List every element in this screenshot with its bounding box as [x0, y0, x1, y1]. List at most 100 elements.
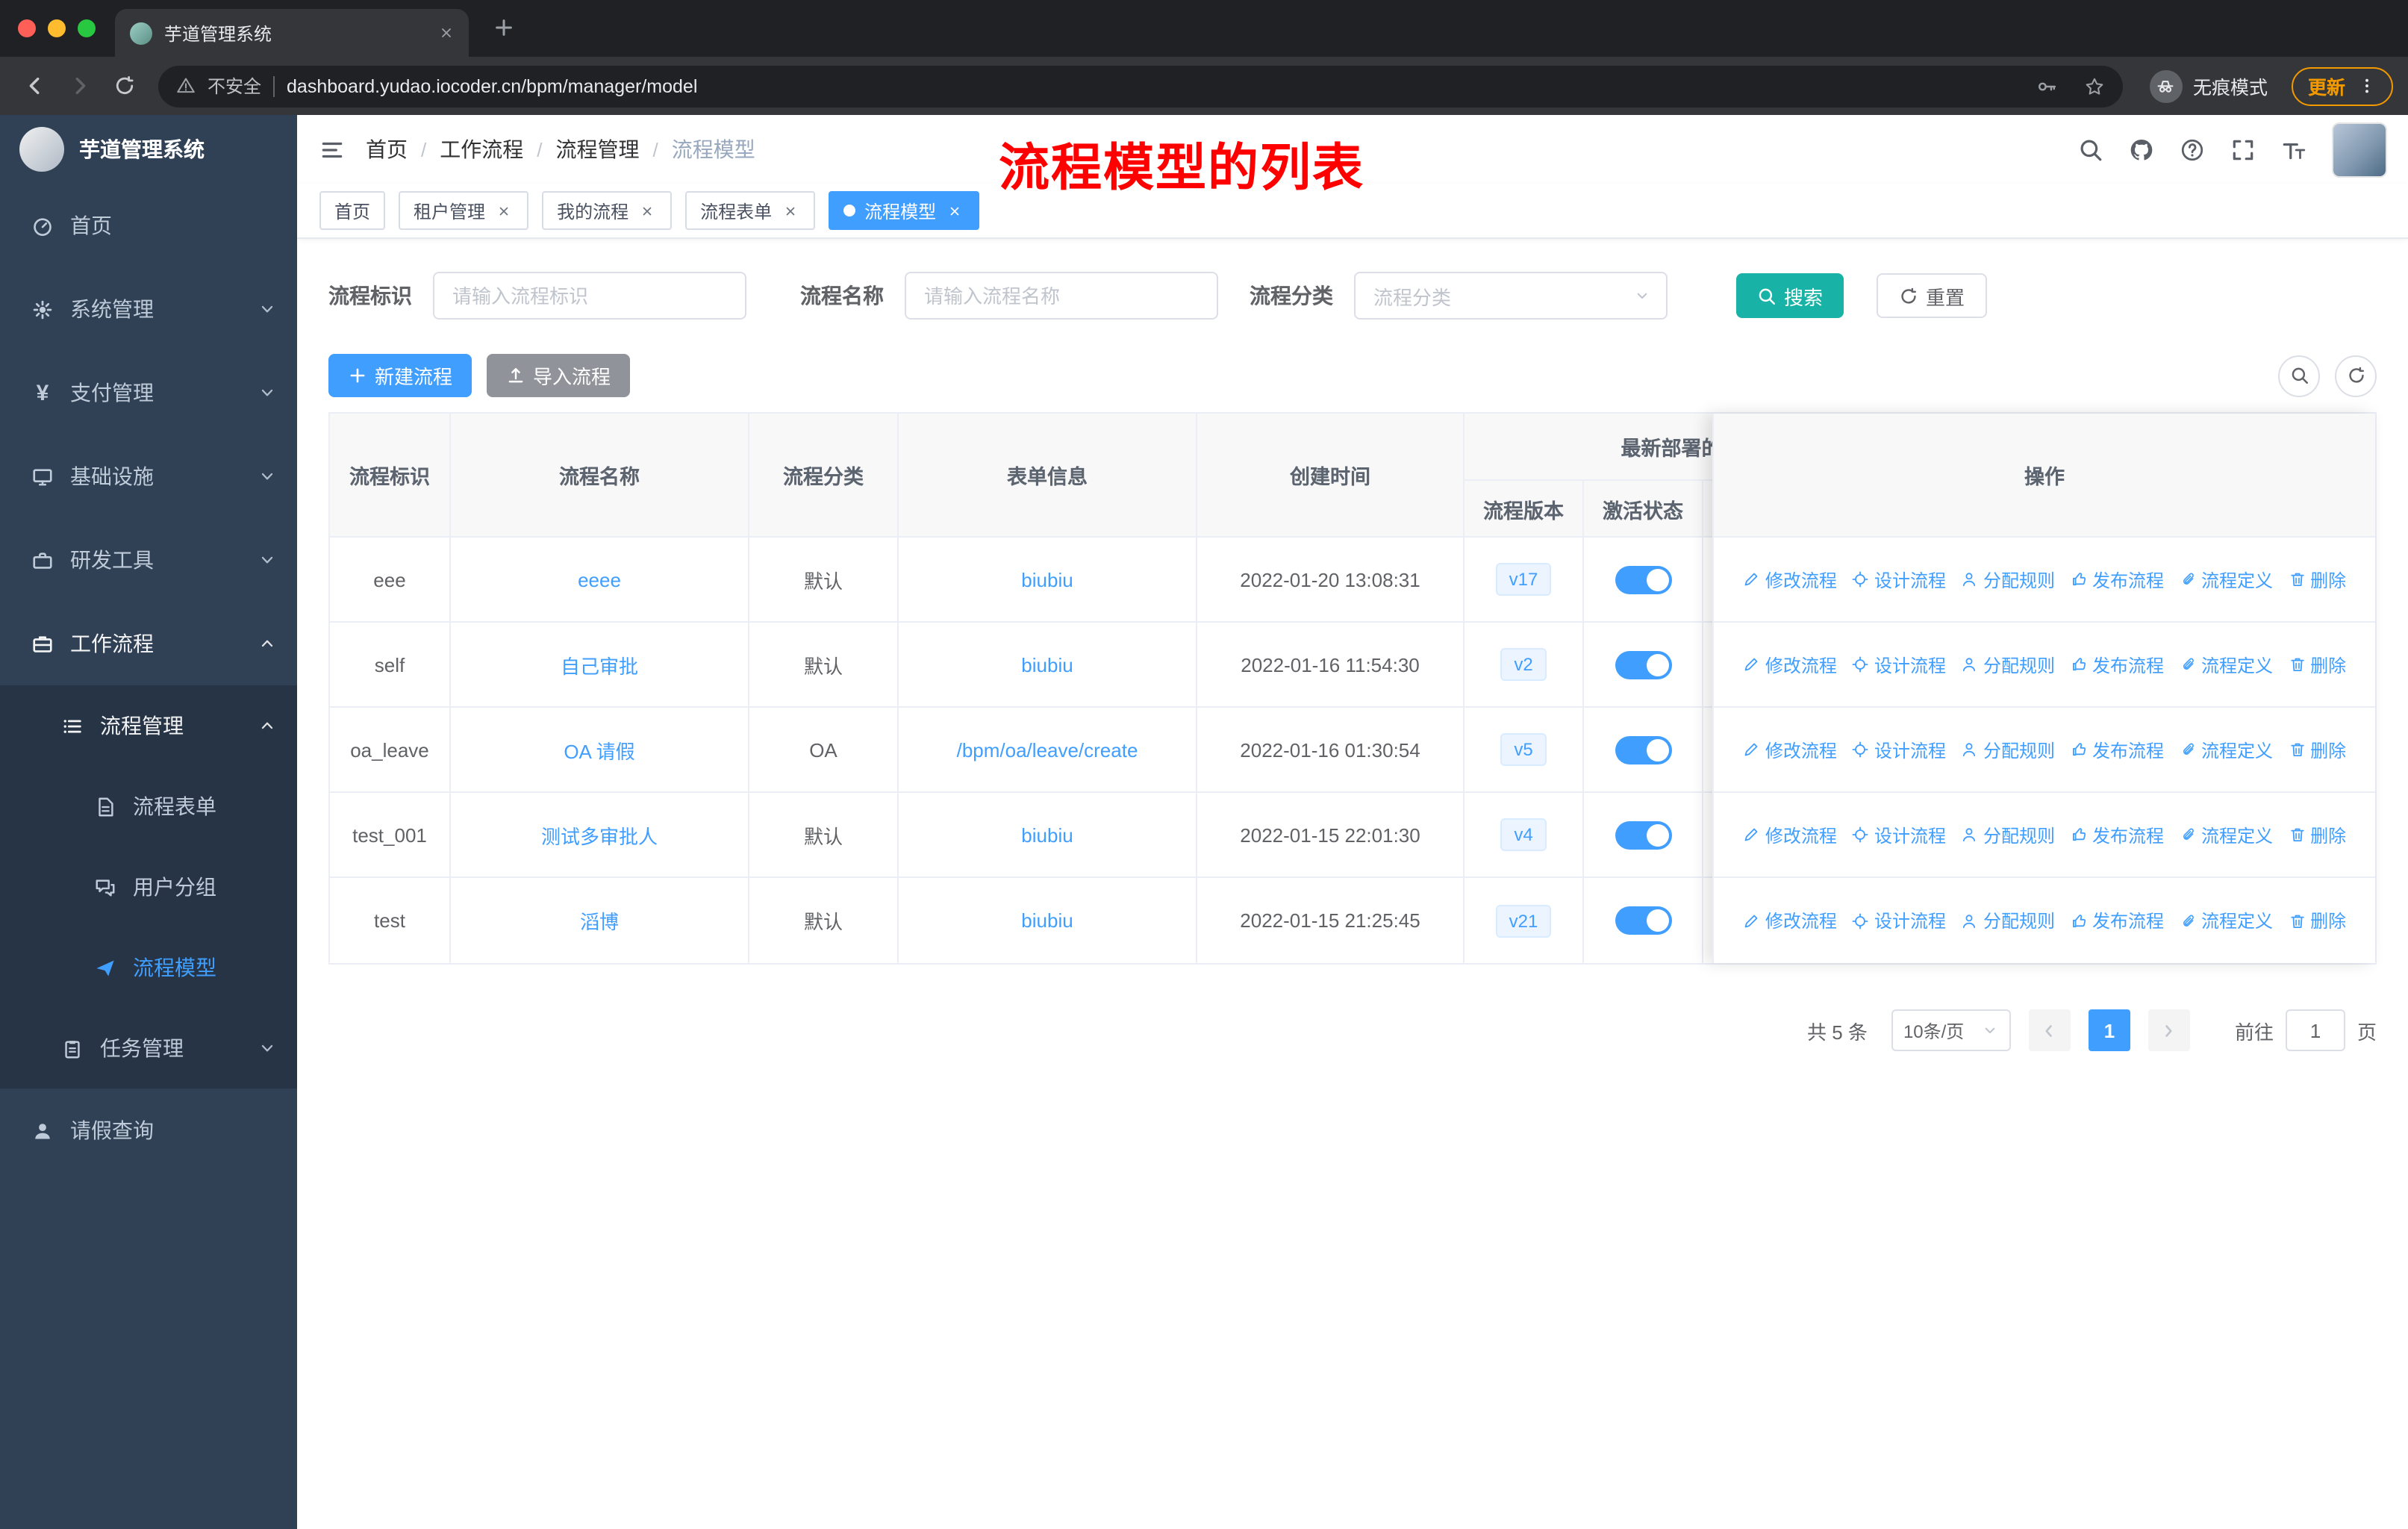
help-icon[interactable] [2180, 137, 2205, 162]
password-key-icon[interactable] [2036, 75, 2057, 96]
form-info-link[interactable]: biubiu [1021, 823, 1073, 846]
process-name-input[interactable] [905, 272, 1218, 320]
process-name-link[interactable]: 测试多审批人 [541, 825, 658, 847]
tag-view-1[interactable]: 租户管理 [399, 191, 529, 230]
process-name-link[interactable]: 滔博 [580, 911, 619, 933]
assign-rule-action-link[interactable]: 分配规则 [1961, 822, 2055, 847]
form-info-link[interactable]: /bpm/oa/leave/create [957, 738, 1138, 761]
assign-rule-action-link[interactable]: 分配规则 [1961, 908, 2055, 933]
search-icon[interactable] [2078, 137, 2103, 162]
minimize-window-button[interactable] [48, 19, 66, 37]
design-action-link[interactable]: 设计流程 [1852, 822, 1946, 847]
sidebar-item-workflow[interactable]: 工作流程 [0, 602, 297, 685]
new-tab-button[interactable] [493, 16, 515, 39]
sidebar-item-process-form[interactable]: 流程表单 [0, 766, 297, 847]
modify-action-link[interactable]: 修改流程 [1743, 908, 1837, 933]
delete-action-link[interactable]: 删除 [2288, 652, 2346, 677]
close-icon[interactable] [781, 201, 800, 220]
security-label[interactable]: 不安全 [208, 73, 261, 99]
close-icon[interactable] [494, 201, 514, 220]
definition-action-link[interactable]: 流程定义 [2179, 908, 2273, 933]
prev-page-button[interactable] [2028, 1009, 2071, 1051]
category-select[interactable]: 流程分类 [1354, 272, 1668, 320]
github-icon[interactable] [2129, 137, 2154, 162]
forward-button[interactable] [60, 75, 99, 97]
table-refresh-button[interactable] [2335, 355, 2377, 396]
delete-action-link[interactable]: 删除 [2288, 908, 2346, 933]
breadcrumb-item[interactable]: 工作流程 [440, 134, 523, 164]
sidebar-item-infrastructure[interactable]: 基础设施 [0, 435, 297, 518]
design-action-link[interactable]: 设计流程 [1852, 908, 1946, 933]
publish-action-link[interactable]: 发布流程 [2070, 737, 2164, 762]
page-size-select[interactable]: 10条/页 [1891, 1009, 2011, 1051]
assign-rule-action-link[interactable]: 分配规则 [1961, 737, 2055, 762]
definition-action-link[interactable]: 流程定义 [2179, 567, 2273, 592]
close-window-button[interactable] [18, 19, 36, 37]
sidebar-item-leave-query[interactable]: 请假查询 [0, 1089, 297, 1172]
sidebar-item-process-model[interactable]: 流程模型 [0, 927, 297, 1008]
process-name-link[interactable]: OA 请假 [564, 740, 634, 762]
goto-page-input[interactable] [2285, 1009, 2345, 1051]
sidebar-item-payment[interactable]: ¥ 支付管理 [0, 351, 297, 435]
sidebar-item-home[interactable]: 首页 [0, 184, 297, 267]
back-button[interactable] [15, 75, 54, 97]
tag-view-4[interactable]: 流程模型 [829, 191, 980, 230]
active-toggle[interactable] [1615, 650, 1671, 679]
modify-action-link[interactable]: 修改流程 [1743, 737, 1837, 762]
breadcrumb-item[interactable]: 首页 [366, 134, 408, 164]
next-page-button[interactable] [2147, 1009, 2190, 1051]
definition-action-link[interactable]: 流程定义 [2179, 652, 2273, 677]
delete-action-link[interactable]: 删除 [2288, 737, 2346, 762]
address-bar[interactable]: 不安全 dashboard.yudao.iocoder.cn/bpm/manag… [158, 65, 2123, 107]
import-process-button[interactable]: 导入流程 [487, 354, 631, 397]
active-toggle[interactable] [1615, 820, 1671, 849]
design-action-link[interactable]: 设计流程 [1852, 737, 1946, 762]
publish-action-link[interactable]: 发布流程 [2070, 567, 2164, 592]
tag-view-2[interactable]: 我的流程 [542, 191, 673, 230]
modify-action-link[interactable]: 修改流程 [1743, 822, 1837, 847]
form-info-link[interactable]: biubiu [1021, 909, 1073, 932]
definition-action-link[interactable]: 流程定义 [2179, 822, 2273, 847]
design-action-link[interactable]: 设计流程 [1852, 652, 1946, 677]
reload-button[interactable] [105, 75, 143, 97]
browser-tab[interactable]: 芋道管理系统 [115, 9, 469, 57]
publish-action-link[interactable]: 发布流程 [2070, 908, 2164, 933]
assign-rule-action-link[interactable]: 分配规则 [1961, 652, 2055, 677]
font-size-icon[interactable] [2281, 137, 2306, 162]
tag-view-3[interactable]: 流程表单 [685, 191, 816, 230]
assign-rule-action-link[interactable]: 分配规则 [1961, 567, 2055, 592]
create-process-button[interactable]: 新建流程 [328, 354, 472, 397]
publish-action-link[interactable]: 发布流程 [2070, 652, 2164, 677]
search-button[interactable]: 搜索 [1736, 273, 1844, 318]
publish-action-link[interactable]: 发布流程 [2070, 822, 2164, 847]
zoom-window-button[interactable] [78, 19, 96, 37]
tab-close-icon[interactable] [439, 25, 454, 40]
delete-action-link[interactable]: 删除 [2288, 822, 2346, 847]
url-text[interactable]: dashboard.yudao.iocoder.cn/bpm/manager/m… [287, 75, 2009, 96]
sidebar-item-process-management[interactable]: 流程管理 [0, 685, 297, 766]
sidebar-item-task-management[interactable]: 任务管理 [0, 1008, 297, 1089]
fullscreen-icon[interactable] [2230, 137, 2256, 162]
sidebar-item-user-group[interactable]: 用户分组 [0, 847, 297, 927]
process-name-link[interactable]: 自己审批 [561, 655, 638, 677]
browser-menu-icon[interactable] [2357, 76, 2377, 96]
breadcrumb-item[interactable]: 流程管理 [556, 134, 640, 164]
form-info-link[interactable]: biubiu [1021, 568, 1073, 591]
process-name-link[interactable]: eeee [578, 568, 621, 591]
design-action-link[interactable]: 设计流程 [1852, 567, 1946, 592]
user-avatar[interactable] [2332, 122, 2387, 177]
sidebar-item-dev-tools[interactable]: 研发工具 [0, 518, 297, 602]
modify-action-link[interactable]: 修改流程 [1743, 567, 1837, 592]
update-button[interactable]: 更新 [2291, 66, 2393, 105]
process-key-input[interactable] [433, 272, 746, 320]
close-icon[interactable] [637, 201, 657, 220]
form-info-link[interactable]: biubiu [1021, 653, 1073, 676]
definition-action-link[interactable]: 流程定义 [2179, 737, 2273, 762]
bookmark-star-icon[interactable] [2084, 75, 2105, 96]
page-number-1[interactable]: 1 [2088, 1009, 2130, 1051]
delete-action-link[interactable]: 删除 [2288, 567, 2346, 592]
active-toggle[interactable] [1615, 565, 1671, 594]
table-search-button[interactable] [2278, 355, 2320, 396]
tag-view-0[interactable]: 首页 [319, 191, 386, 230]
app-logo[interactable]: 芋道管理系统 [0, 115, 297, 184]
